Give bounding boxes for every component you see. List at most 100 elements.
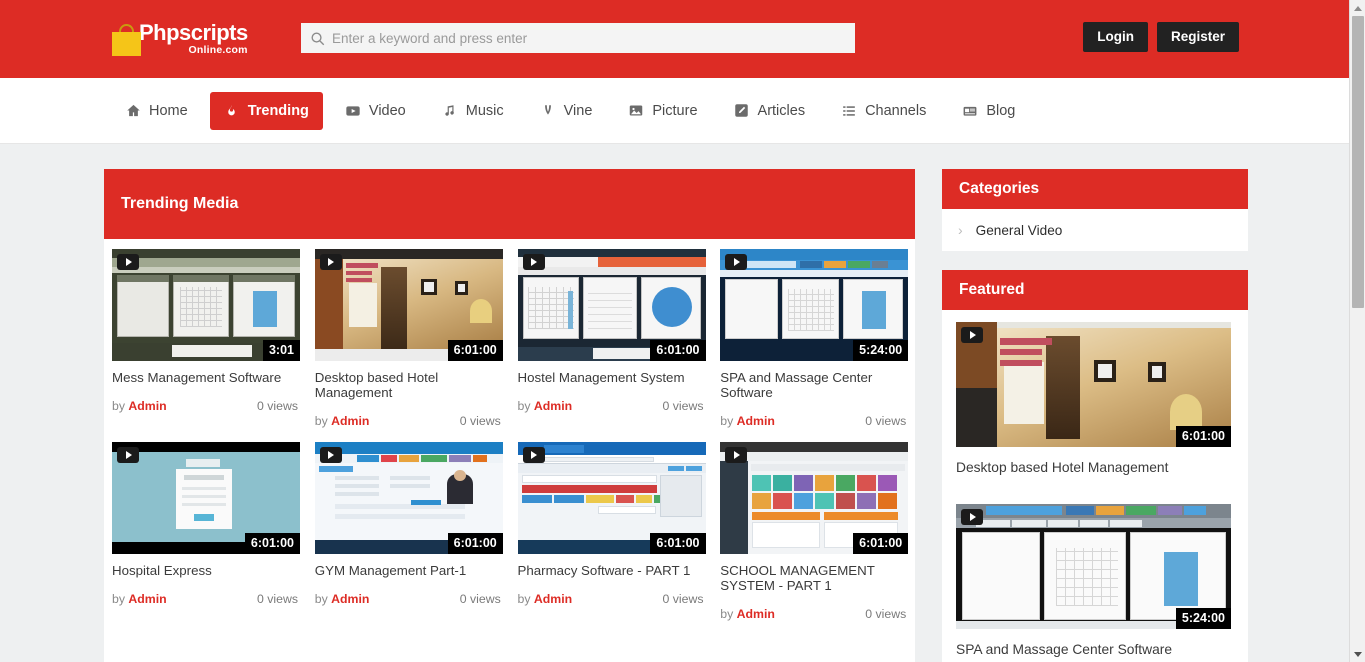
duration-badge: 6:01:00 <box>447 340 503 361</box>
media-meta: by Admin 0 views <box>315 414 501 428</box>
media-thumbnail[interactable]: 6:01:00 <box>517 441 706 554</box>
nav-item-home[interactable]: Home <box>111 92 202 130</box>
media-views: 0 views <box>459 591 501 606</box>
logo-subtitle: Online.com <box>188 44 248 57</box>
featured-item[interactable]: 5:24:00 SPA and Massage Center Software <box>942 492 1248 662</box>
nav-item-articles[interactable]: Articles <box>720 92 820 130</box>
nav-item-channels[interactable]: Channels <box>827 92 940 130</box>
site-header: Phpscripts Online.com Login Register <box>0 0 1349 78</box>
media-title[interactable]: SCHOOL MANAGEMENT SYSTEM - PART 1 <box>720 563 900 594</box>
list-icon <box>841 103 857 119</box>
duration-badge: 5:24:00 <box>1175 608 1231 629</box>
media-author: by Admin <box>112 398 167 413</box>
nav-item-picture[interactable]: Picture <box>614 92 711 130</box>
play-icon <box>725 446 748 463</box>
media-author: by Admin <box>112 591 167 606</box>
search-box[interactable] <box>301 23 855 53</box>
nav-label: Trending <box>247 102 309 119</box>
logo-title: Phpscripts <box>139 20 248 46</box>
fire-icon <box>224 103 240 119</box>
featured-title-text[interactable]: Desktop based Hotel Management <box>956 460 1234 475</box>
duration-badge: 6:01:00 <box>1175 426 1231 447</box>
media-views: 0 views <box>256 591 298 606</box>
nav-item-vine[interactable]: Vine <box>526 92 607 130</box>
media-author: by Admin <box>720 413 775 428</box>
featured-title-text[interactable]: SPA and Massage Center Software <box>956 642 1234 657</box>
category-label: General Video <box>975 222 1063 238</box>
sidebar-item-general-video[interactable]: › General Video <box>942 209 1248 251</box>
duration-badge: 6:01:00 <box>650 340 706 361</box>
media-title[interactable]: Mess Management Software <box>112 370 292 386</box>
featured-item[interactable]: 6:01:00 Desktop based Hotel Management <box>942 310 1248 492</box>
media-author: by Admin <box>517 398 573 413</box>
duration-badge: 6:01:00 <box>244 532 300 554</box>
media-title[interactable]: Hostel Management System <box>518 370 698 386</box>
page-root: Phpscripts Online.com Login Register Hom… <box>0 0 1349 662</box>
media-title[interactable]: SPA and Massage Center Software <box>720 370 900 401</box>
media-thumbnail[interactable]: 6:01:00 <box>112 441 300 554</box>
page-scrollbar[interactable] <box>1349 0 1365 662</box>
media-thumbnail[interactable]: 3:01 <box>112 249 300 361</box>
nav-label: Vine <box>563 102 593 119</box>
play-icon <box>117 446 139 463</box>
media-title[interactable]: GYM Management Part-1 <box>315 563 495 579</box>
trending-panel: Trending Media 3:01 Mess Management Soft… <box>104 169 915 662</box>
media-card[interactable]: 3:01 Mess Management Software by Admin 0… <box>104 249 307 442</box>
image-icon <box>628 103 644 119</box>
media-views: 0 views <box>865 606 907 621</box>
play-icon <box>117 254 139 270</box>
play-icon <box>725 254 748 270</box>
nav-label: Picture <box>652 102 698 119</box>
nav-label: Music <box>465 102 504 119</box>
video-icon <box>345 103 361 119</box>
media-thumbnail[interactable]: 6:01:00 <box>314 441 503 554</box>
media-author: by Admin <box>517 591 573 606</box>
media-card[interactable]: 6:01:00 Hospital Express by Admin 0 view… <box>104 441 307 635</box>
sidebar: Categories › General Video Featured 6:01… <box>942 169 1248 662</box>
media-card[interactable]: 6:01:00 SCHOOL MANAGEMENT SYSTEM - PART … <box>712 441 915 635</box>
media-title[interactable]: Hospital Express <box>112 563 292 579</box>
register-button[interactable]: Register <box>1156 22 1239 53</box>
media-meta: by Admin 0 views <box>518 592 704 606</box>
scroll-up-arrow[interactable] <box>1350 0 1365 16</box>
main-navigation: Home Trending Video Music Vine Picture A… <box>0 78 1349 144</box>
content-area: Trending Media 3:01 Mess Management Soft… <box>0 144 1349 662</box>
featured-panel: Featured 6:01:00 Desktop based Hotel Man… <box>942 270 1248 662</box>
home-icon <box>125 103 141 119</box>
login-button[interactable]: Login <box>1083 22 1148 53</box>
featured-thumbnail[interactable]: 5:24:00 <box>956 504 1231 629</box>
search-input[interactable] <box>332 30 854 46</box>
nav-item-trending[interactable]: Trending <box>209 91 323 130</box>
nav-item-video[interactable]: Video <box>331 92 420 130</box>
nav-label: Articles <box>757 102 806 119</box>
media-thumbnail[interactable]: 6:01:00 <box>517 249 706 361</box>
media-thumbnail[interactable]: 6:01:00 <box>314 249 503 361</box>
site-logo[interactable]: Phpscripts Online.com <box>111 17 291 61</box>
media-thumbnail[interactable]: 6:01:00 <box>720 441 909 554</box>
media-meta: by Admin 0 views <box>518 399 704 413</box>
duration-badge: 3:01 <box>262 340 300 361</box>
media-title[interactable]: Desktop based Hotel Management <box>315 370 495 401</box>
featured-title: Featured <box>942 270 1248 310</box>
media-views: 0 views <box>662 398 704 413</box>
media-card[interactable]: 6:01:00 Desktop based Hotel Management b… <box>307 249 510 442</box>
nav-item-blog[interactable]: Blog <box>948 92 1029 130</box>
media-card[interactable]: 5:24:00 SPA and Massage Center Software … <box>712 249 915 442</box>
scrollbar-thumb[interactable] <box>1352 16 1364 308</box>
media-author: by Admin <box>720 606 775 621</box>
scroll-down-arrow[interactable] <box>1350 646 1365 662</box>
media-card[interactable]: 6:01:00 Hostel Management System by Admi… <box>510 249 713 442</box>
categories-title: Categories <box>942 169 1248 209</box>
media-title[interactable]: Pharmacy Software - PART 1 <box>518 563 698 579</box>
play-icon <box>319 446 342 463</box>
nav-item-music[interactable]: Music <box>428 92 518 130</box>
shopping-bag-icon <box>111 22 145 56</box>
vine-icon <box>540 103 556 119</box>
featured-thumbnail[interactable]: 6:01:00 <box>956 322 1231 447</box>
categories-panel: Categories › General Video <box>942 169 1248 251</box>
media-thumbnail[interactable]: 5:24:00 <box>720 249 909 361</box>
pencil-square-icon <box>734 103 750 119</box>
media-card[interactable]: 6:01:00 Pharmacy Software - PART 1 by Ad… <box>510 441 713 635</box>
media-card[interactable]: 6:01:00 GYM Management Part-1 by Admin 0… <box>307 441 510 635</box>
media-views: 0 views <box>865 413 907 428</box>
